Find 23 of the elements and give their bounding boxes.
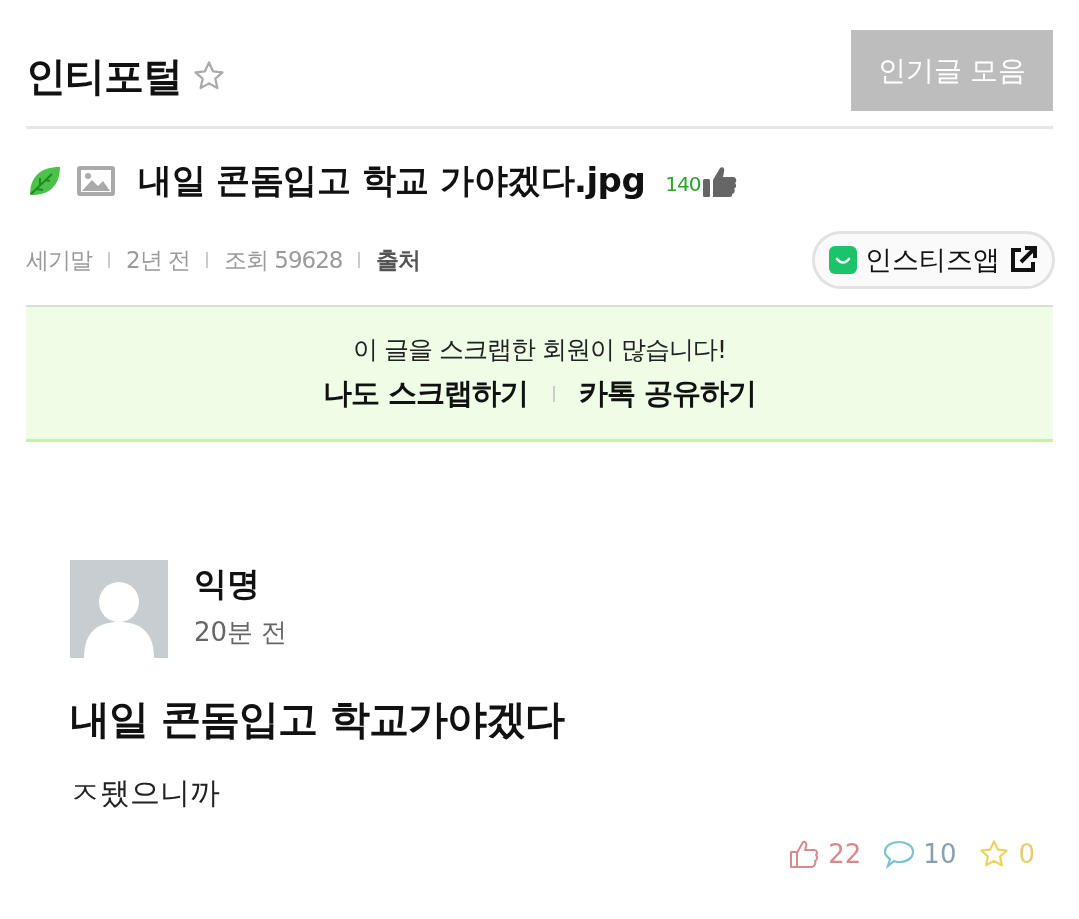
share-action-link[interactable]: 카톡 공유하기 xyxy=(578,373,756,414)
embedded-post-title: 내일 콘돔입고 학교가야겠다 xyxy=(70,695,566,744)
scrap-message: 이 글을 스크랩한 회원이 많습니다! xyxy=(353,333,726,366)
view-count: 조회 59628 xyxy=(223,245,343,275)
share-action-link[interactable]: 나도 스크랩하기 xyxy=(323,373,529,414)
post-time: 20분 전 xyxy=(194,616,288,649)
source-link[interactable]: 출처 xyxy=(376,244,421,276)
board-title[interactable]: 인티포털 xyxy=(26,48,182,104)
post-title: 내일 콘돔입고 학교 가야겠다.jpg xyxy=(138,159,646,202)
like-count: 140 xyxy=(665,172,701,196)
app-link-button[interactable]: 인스티즈앱 xyxy=(812,231,1055,289)
comment-count: 10 xyxy=(923,839,957,869)
thumbs-up-icon xyxy=(788,838,821,870)
thumbs-up-icon xyxy=(702,164,739,198)
image-icon xyxy=(76,165,116,197)
smile-icon xyxy=(829,246,857,274)
author-name: 익명 xyxy=(194,563,261,605)
external-link-icon xyxy=(1008,245,1038,275)
post-time: 2년 전 xyxy=(126,245,190,275)
like-count: 22 xyxy=(828,839,862,869)
star-count: 0 xyxy=(1018,839,1035,869)
embedded-post-body: ㅈ됐으니까 xyxy=(70,774,221,812)
speech-bubble-icon xyxy=(883,839,916,869)
